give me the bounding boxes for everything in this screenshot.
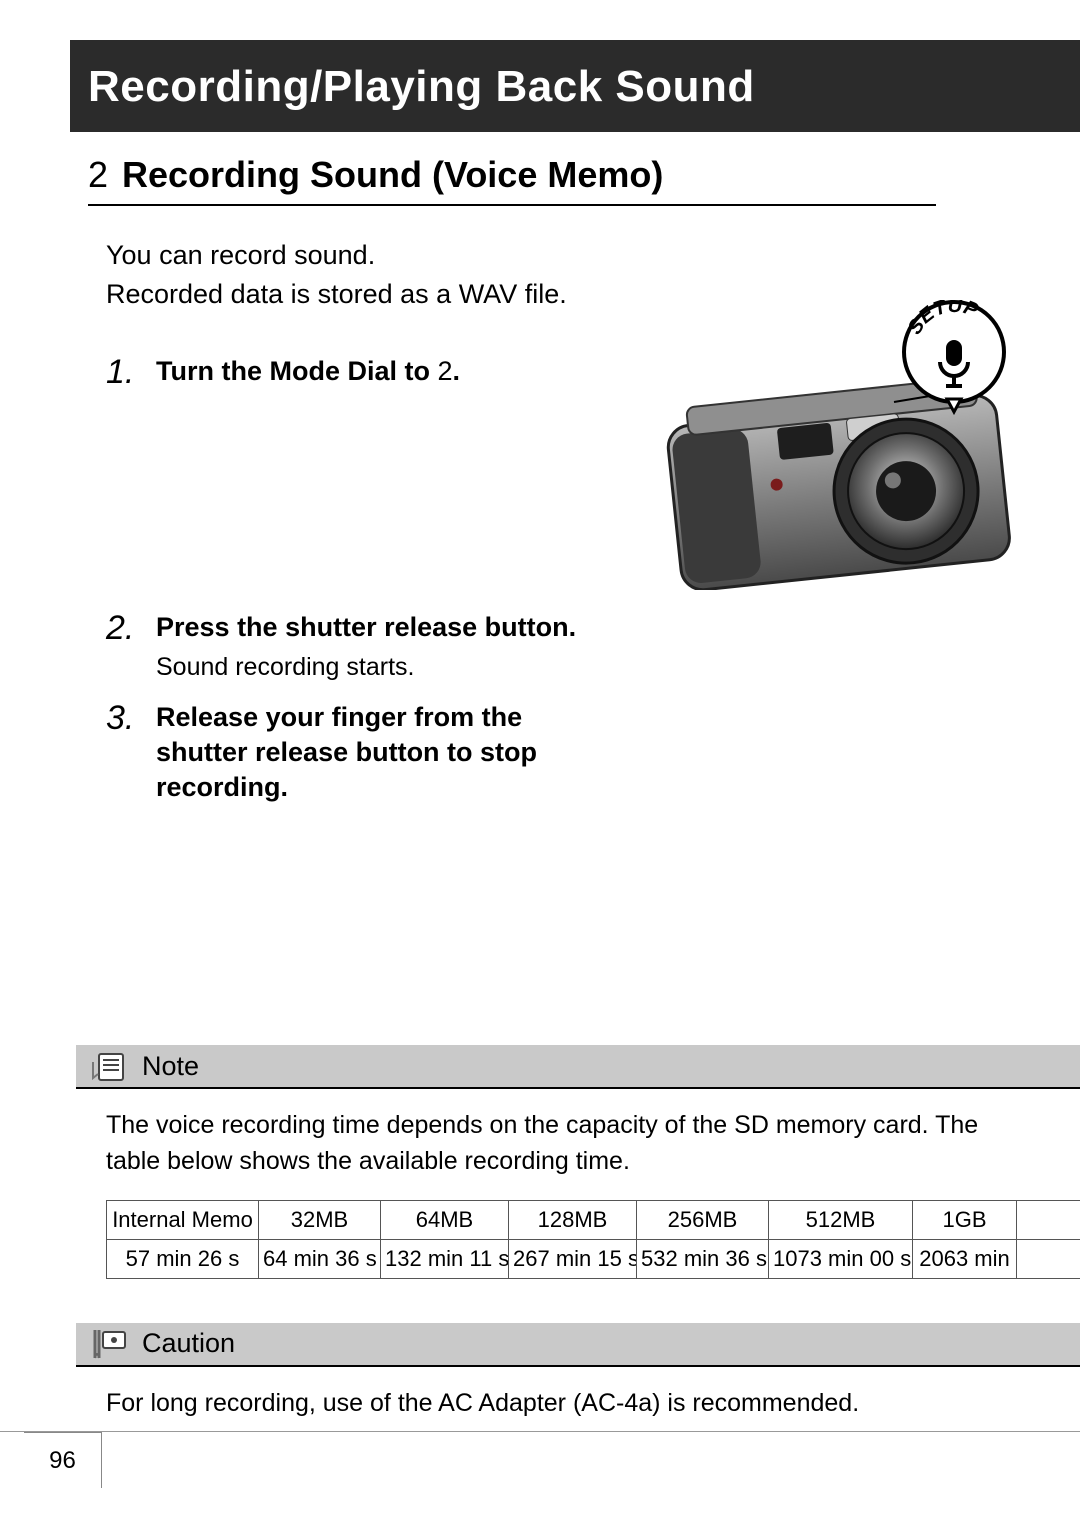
page-title-bar: Recording/Playing Back Sound [70, 40, 1080, 132]
step-1: 1 Turn the Mode Dial to 2. [106, 354, 966, 391]
note-text: The voice recording time depends on the … [106, 1107, 996, 1180]
table-header-cell: 64MB [381, 1200, 509, 1239]
step-heading: Press the shutter release button. [156, 610, 966, 645]
table-cell: 1073 min 00 s [769, 1239, 913, 1278]
recording-time-table: Internal Memo 32MB 64MB 128MB 256MB 512M… [106, 1200, 1080, 1279]
manual-page: Recording/Playing Back Sound 2 Recording… [0, 0, 1080, 1528]
step-subtext: Sound recording starts. [156, 653, 966, 682]
table-header-cell: 256MB [637, 1200, 769, 1239]
note-icon [86, 1048, 132, 1084]
step-3: 3 Release your finger from the shutter r… [106, 700, 966, 805]
table-cell: 64 min 36 s [259, 1239, 381, 1278]
caution-bar: Caution [76, 1323, 1080, 1367]
table-row: 57 min 26 s 64 min 36 s 132 min 11 s 267… [107, 1239, 1080, 1278]
step-heading: Release your finger from the shutter rel… [156, 700, 586, 805]
caution-label: Caution [142, 1328, 235, 1359]
table-header-cell: 1GB [913, 1200, 1017, 1239]
table-cell: 2063 min [913, 1239, 1017, 1278]
intro-line-1: You can record sound. [106, 236, 866, 275]
table-header-cell: Internal Memo [107, 1200, 259, 1239]
table-header-cell [1017, 1200, 1080, 1239]
note-label: Note [142, 1051, 199, 1082]
table-header-cell: 128MB [509, 1200, 637, 1239]
table-cell [1017, 1239, 1080, 1278]
table-header-cell: 512MB [769, 1200, 913, 1239]
table-cell: 267 min 15 s [509, 1239, 637, 1278]
section-heading: 2 Recording Sound (Voice Memo) [88, 154, 936, 206]
table-header-row: Internal Memo 32MB 64MB 128MB 256MB 512M… [107, 1200, 1080, 1239]
step-number: 2 [106, 610, 156, 647]
caution-text: For long recording, use of the AC Adapte… [106, 1385, 996, 1421]
table-cell: 132 min 11 s [381, 1239, 509, 1278]
note-bar: Note [76, 1045, 1080, 1089]
section-marker: 2 [88, 154, 122, 196]
caution-icon [86, 1326, 132, 1362]
step-number: 3 [106, 700, 156, 737]
step-number: 1 [106, 354, 156, 391]
section-title: Recording Sound (Voice Memo) [122, 154, 663, 196]
table-header-cell: 32MB [259, 1200, 381, 1239]
page-title: Recording/Playing Back Sound [88, 62, 755, 111]
table-cell: 57 min 26 s [107, 1239, 259, 1278]
footer-divider [0, 1431, 1080, 1432]
step-2: 2 Press the shutter release button. Soun… [106, 610, 966, 682]
step-heading: Turn the Mode Dial to 2. [156, 354, 966, 389]
table-cell: 532 min 36 s [637, 1239, 769, 1278]
page-number: 96 [24, 1432, 102, 1488]
steps-list: 1 Turn the Mode Dial to 2. 2 Press the s… [106, 354, 966, 805]
